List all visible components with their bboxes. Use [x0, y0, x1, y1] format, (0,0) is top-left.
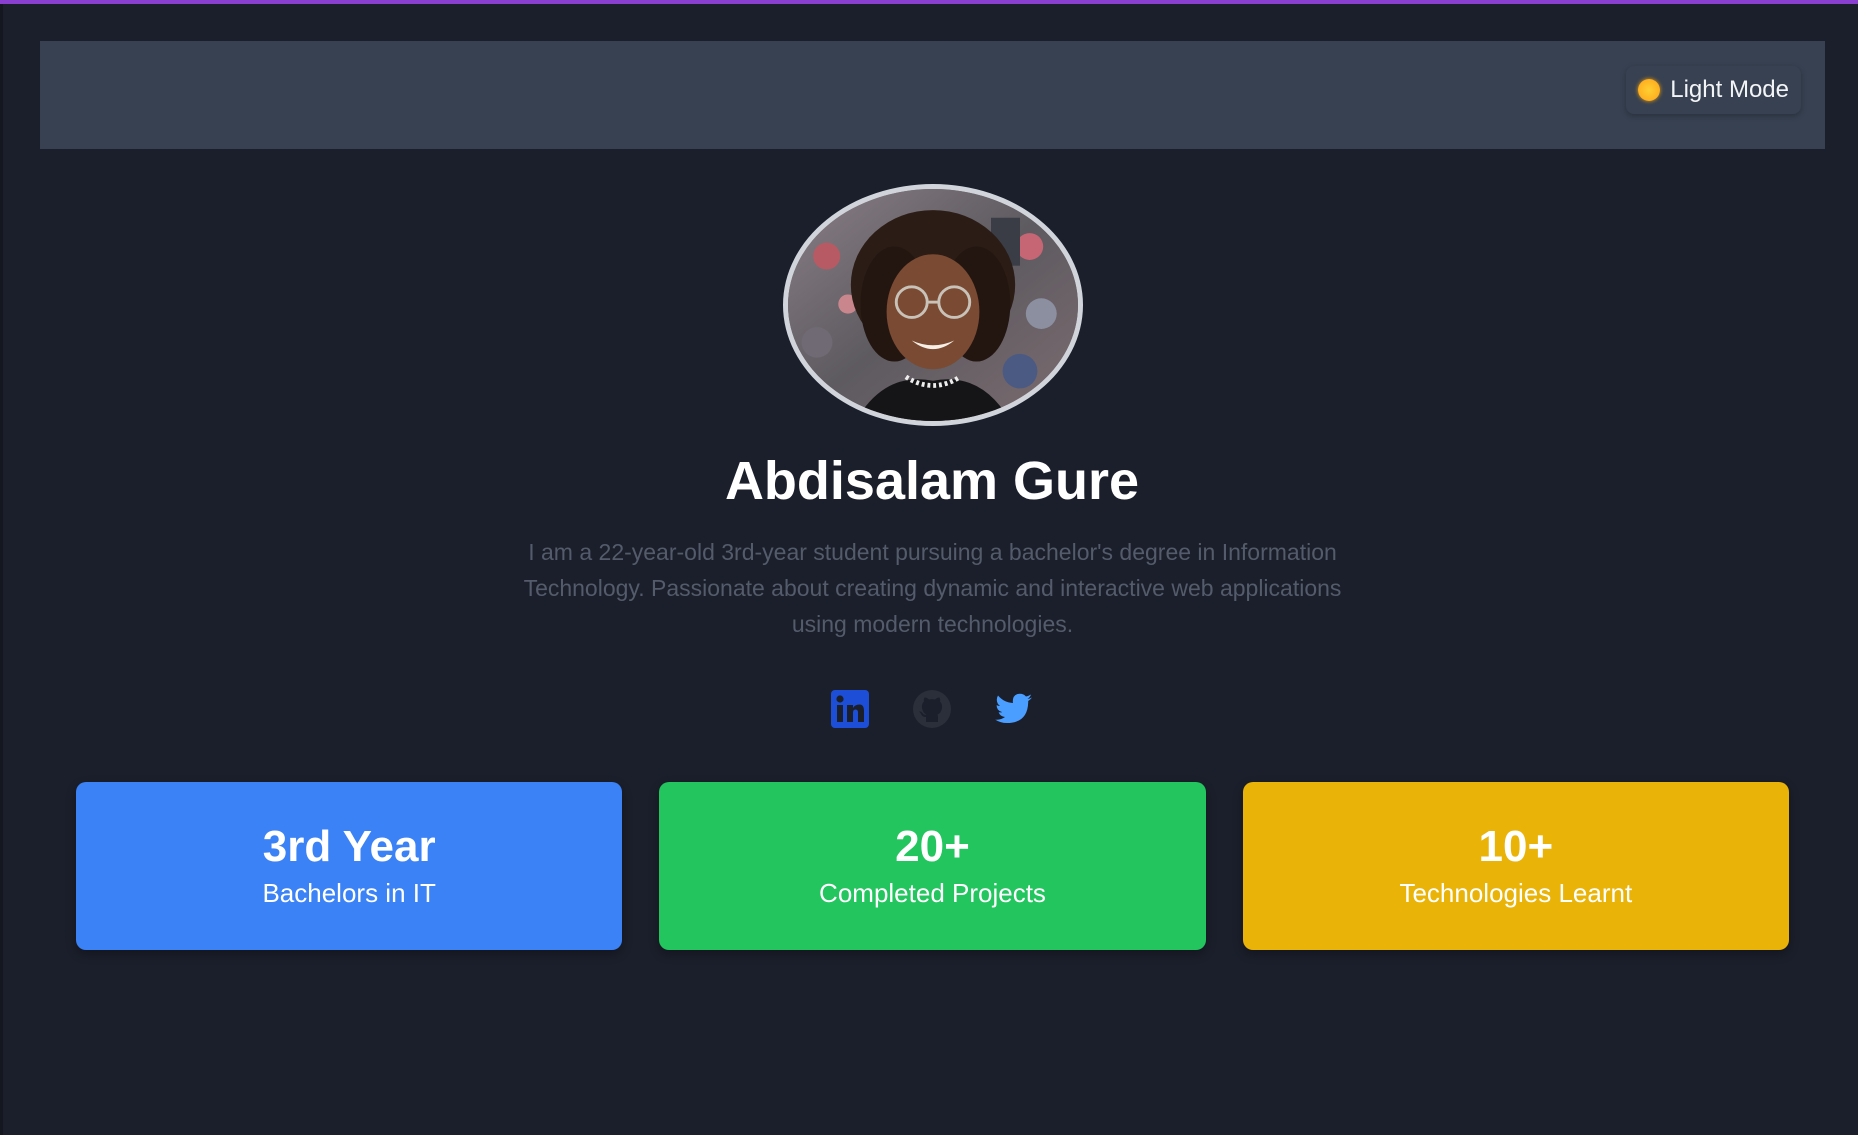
- stat-card-technologies: 10+ Technologies Learnt: [1242, 782, 1789, 950]
- linkedin-icon: [831, 690, 869, 728]
- top-accent-bar: [0, 0, 1858, 4]
- linkedin-link[interactable]: [829, 688, 871, 730]
- twitter-link[interactable]: [993, 688, 1035, 730]
- stat-card-projects: 20+ Completed Projects: [659, 782, 1206, 950]
- left-edge-divider: [0, 4, 3, 1135]
- profile-photo: [788, 189, 1078, 421]
- stat-label: Technologies Learnt: [1399, 878, 1633, 908]
- twitter-icon: [995, 693, 1032, 723]
- stat-value: 3rd Year: [262, 822, 436, 871]
- sun-icon: [1638, 79, 1661, 101]
- github-link[interactable]: [911, 688, 953, 730]
- stat-label: Completed Projects: [819, 878, 1046, 908]
- stat-label: Bachelors in IT: [262, 878, 436, 908]
- stat-card-year: 3rd Year Bachelors in IT: [76, 782, 623, 950]
- theme-toggle-button[interactable]: Light Mode: [1626, 66, 1801, 114]
- stat-value: 10+: [1478, 822, 1554, 871]
- theme-toggle-label: Light Mode: [1670, 76, 1789, 103]
- social-links: [0, 688, 1858, 730]
- profile-bio: I am a 22-year-old 3rd-year student purs…: [523, 539, 1342, 637]
- stats-row: 3rd Year Bachelors in IT 20+ Completed P…: [76, 782, 1789, 950]
- profile-name: Abdisalam Gure: [724, 451, 1140, 511]
- github-icon: [913, 690, 951, 728]
- header-bar: Light Mode: [40, 41, 1825, 149]
- avatar: [783, 184, 1083, 426]
- stat-value: 20+: [895, 822, 970, 871]
